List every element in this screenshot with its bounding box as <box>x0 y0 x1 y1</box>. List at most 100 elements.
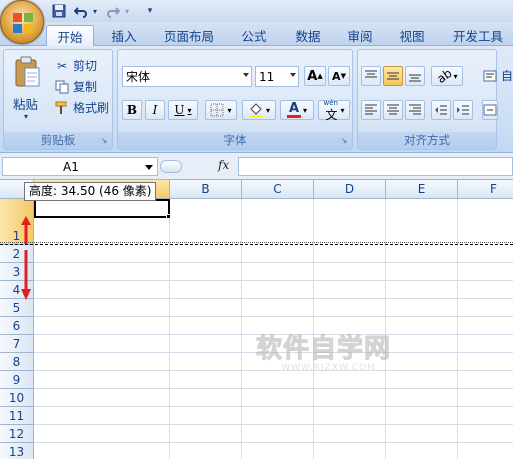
paste-dropdown-icon[interactable]: ▾ <box>24 112 28 121</box>
tab-data[interactable]: 数据 <box>284 25 332 46</box>
watermark: 软件自学网 WWW.RJZXW.COM <box>256 328 401 374</box>
name-box-dropdown-icon[interactable] <box>145 165 153 170</box>
orientation-button[interactable]: ab ▾ <box>431 66 463 86</box>
phonetic-button[interactable]: wén 文 ▾ <box>318 99 350 122</box>
fill-color-button[interactable]: ▾ <box>242 100 276 120</box>
row-header-9[interactable]: 9 <box>0 371 34 389</box>
formula-splitter[interactable] <box>160 160 182 173</box>
copy-button[interactable]: 复制 <box>54 77 97 96</box>
format-painter-icon <box>54 100 70 116</box>
format-painter-button[interactable]: 格式刷 <box>54 98 109 117</box>
gridline <box>34 406 513 407</box>
row-header-6[interactable]: 6 <box>0 317 34 335</box>
paste-label: 粘贴 <box>13 97 39 112</box>
font-name-combo[interactable]: 宋体 <box>122 66 252 87</box>
title-bar: ▾ ▾ ▾ <box>0 0 513 22</box>
ribbon-tabs: 开始 插入 页面布局 公式 数据 审阅 视图 开发工具 <box>0 22 513 47</box>
tab-page-layout[interactable]: 页面布局 <box>155 25 223 46</box>
row-header-8[interactable]: 8 <box>0 353 34 371</box>
fill-bucket-icon <box>248 103 263 118</box>
gridline <box>457 199 458 459</box>
row-resize-guide <box>0 244 513 245</box>
clipboard-launcher-icon[interactable]: ↘ <box>99 136 109 146</box>
align-center-button[interactable] <box>383 100 403 120</box>
tab-review[interactable]: 审阅 <box>336 25 384 46</box>
align-top-button[interactable] <box>361 66 381 86</box>
font-name-dropdown-icon[interactable] <box>243 73 249 77</box>
borders-icon <box>210 103 224 117</box>
decrease-indent-button[interactable] <box>431 100 451 120</box>
column-header-e[interactable]: E <box>386 180 458 199</box>
increase-indent-button[interactable] <box>453 100 473 120</box>
underline-button[interactable]: U ▾ <box>168 100 198 120</box>
row-header-12[interactable]: 12 <box>0 425 34 443</box>
font-color-button[interactable]: A ▾ <box>280 100 314 120</box>
column-header-f[interactable]: F <box>458 180 513 199</box>
undo-icon[interactable] <box>72 2 90 20</box>
formula-controls: fx <box>160 157 238 176</box>
paste-button[interactable]: 粘贴 ▾ <box>8 54 48 130</box>
red-down-arrow-icon <box>21 250 31 300</box>
wrap-text-button[interactable]: 自 <box>482 66 513 85</box>
orientation-icon: ab <box>433 65 455 87</box>
row-header-7[interactable]: 7 <box>0 335 34 353</box>
row-header-10[interactable]: 10 <box>0 389 34 407</box>
column-header-c[interactable]: C <box>242 180 314 199</box>
column-header-b[interactable]: B <box>170 180 242 199</box>
row-header-11[interactable]: 11 <box>0 407 34 425</box>
borders-button[interactable]: ▾ <box>205 100 237 120</box>
align-left-button[interactable] <box>361 100 381 120</box>
redo-icon[interactable] <box>104 2 122 20</box>
font-size-combo[interactable]: 11 <box>255 66 299 87</box>
clipboard-group-label: 剪贴板 <box>4 132 112 149</box>
bold-button[interactable]: B <box>122 100 142 120</box>
underline-label: U <box>174 103 185 117</box>
shrink-font-button[interactable]: A ▼ <box>328 66 350 86</box>
wrap-text-label: 自 <box>501 69 513 83</box>
active-cell-a1[interactable] <box>34 199 170 218</box>
copy-label: 复制 <box>73 80 98 94</box>
formula-bar: A1 fx <box>0 153 513 180</box>
name-box-value: A1 <box>63 160 79 174</box>
gridline <box>34 424 513 425</box>
font-size-value: 11 <box>259 69 275 84</box>
undo-dropdown-icon[interactable]: ▾ <box>90 2 100 20</box>
merge-center-button[interactable] <box>482 100 498 120</box>
font-size-dropdown-icon[interactable] <box>290 73 296 77</box>
redo-dropdown-icon[interactable]: ▾ <box>122 2 132 20</box>
gridline <box>34 262 513 263</box>
tab-developer[interactable]: 开发工具 <box>444 25 512 46</box>
align-middle-button[interactable] <box>383 66 403 86</box>
italic-button[interactable]: I <box>145 100 165 120</box>
tab-insert[interactable]: 插入 <box>100 25 148 46</box>
gridline <box>34 280 513 281</box>
alignment-group-label: 对齐方式 <box>358 132 496 149</box>
row-header-13[interactable]: 13 <box>0 443 34 459</box>
align-right-button[interactable] <box>405 100 425 120</box>
office-button[interactable] <box>0 0 44 44</box>
font-launcher-icon[interactable]: ↘ <box>339 136 349 146</box>
office-logo-icon <box>13 13 33 33</box>
cut-button[interactable]: ✂ 剪切 <box>54 56 97 75</box>
fill-handle[interactable] <box>166 214 171 219</box>
font-color-icon: A <box>286 101 301 118</box>
tab-home[interactable]: 开始 <box>46 25 94 47</box>
customize-icon[interactable]: ▾ <box>144 2 156 20</box>
tab-formulas[interactable]: 公式 <box>230 25 278 46</box>
worksheet-grid[interactable]: A B C D E F 1 2 3 4 5 6 7 8 9 10 11 12 1… <box>0 180 513 459</box>
cut-label: 剪切 <box>73 59 98 73</box>
red-up-arrow-icon <box>21 216 31 244</box>
name-box[interactable]: A1 <box>2 157 158 176</box>
clipboard-group: 粘贴 ▾ ✂ 剪切 复制 格式刷 剪贴板 ↘ <box>3 49 113 150</box>
tab-view[interactable]: 视图 <box>388 25 436 46</box>
align-bottom-button[interactable] <box>405 66 425 86</box>
watermark-title: 软件自学网 <box>256 334 392 365</box>
save-icon[interactable] <box>50 2 68 20</box>
grow-font-button[interactable]: A ▲ <box>304 66 326 86</box>
insert-function-icon[interactable]: fx <box>218 158 229 172</box>
gridline <box>169 199 170 459</box>
row-header-5[interactable]: 5 <box>0 299 34 317</box>
formula-input[interactable] <box>238 157 513 176</box>
column-header-d[interactable]: D <box>314 180 386 199</box>
phonetic-icon: wén 文 <box>323 99 338 122</box>
